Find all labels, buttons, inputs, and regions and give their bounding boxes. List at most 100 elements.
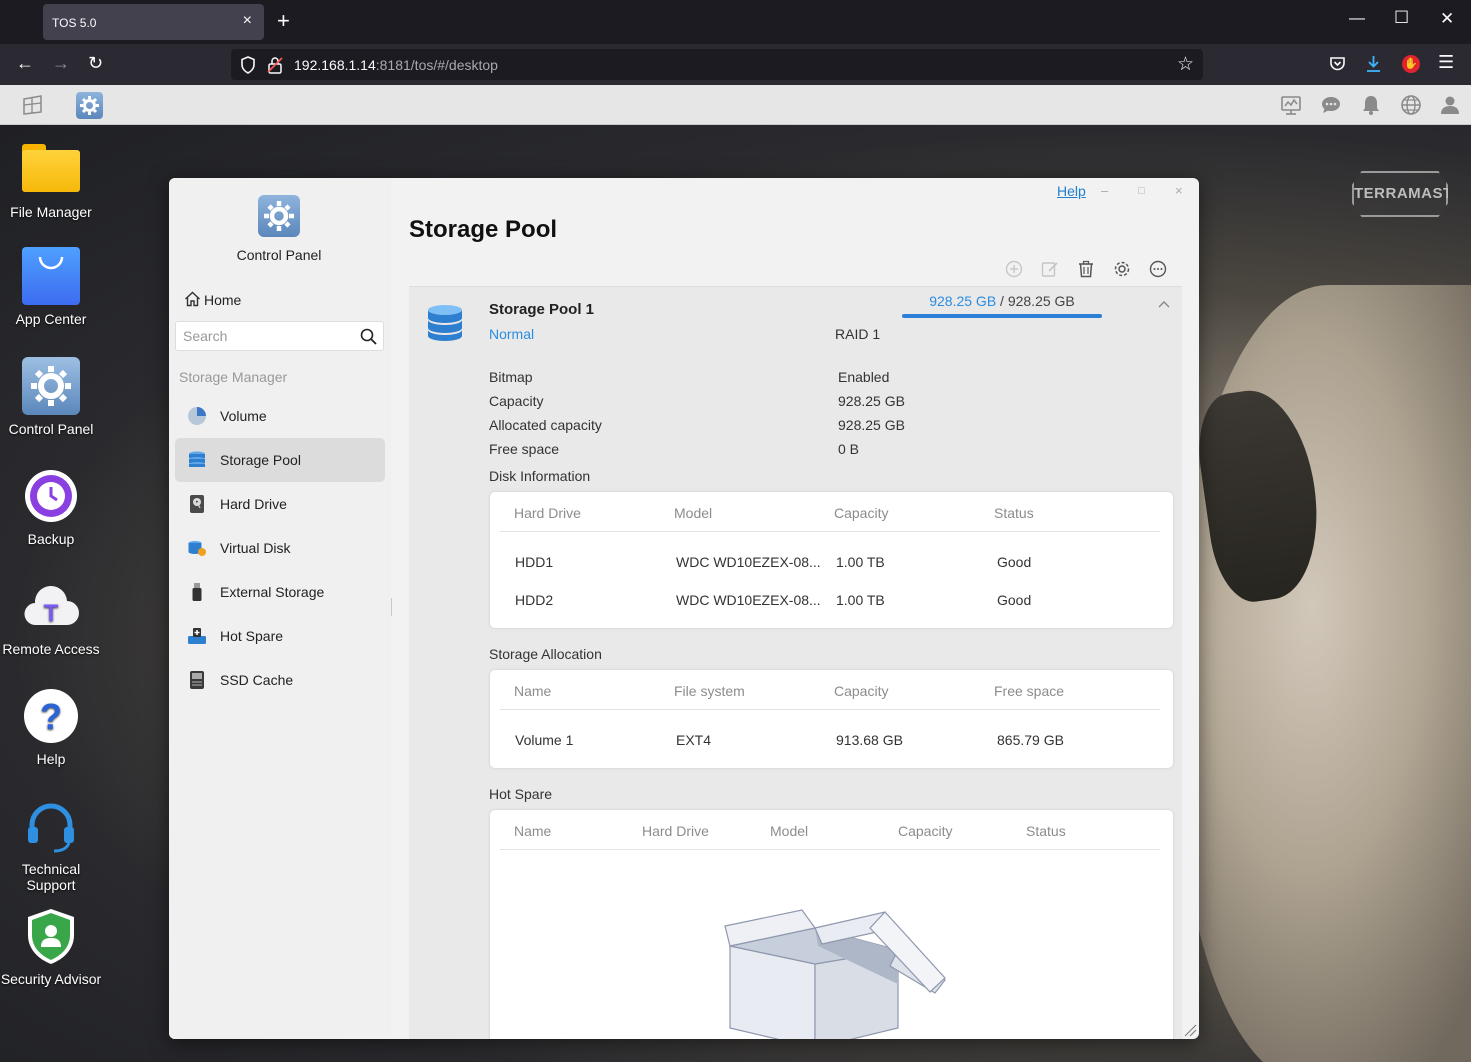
storage-pool-status: Normal — [489, 326, 535, 342]
minimize-window-icon[interactable]: — — [1349, 10, 1365, 28]
sidebar-item-storage-pool[interactable]: Storage Pool — [175, 438, 385, 482]
user-account-icon[interactable] — [1439, 94, 1461, 116]
gear-icon — [264, 201, 294, 231]
table-cell: EXT4 — [676, 732, 712, 748]
notification-bell-icon[interactable] — [1360, 94, 1382, 116]
maximize-window-icon[interactable]: ☐ — [1394, 8, 1409, 28]
desktop-icon-label: Technical Support — [21, 861, 81, 893]
sidebar-item-label: External Storage — [220, 584, 325, 600]
search-input[interactable] — [183, 328, 353, 344]
security-shield-icon — [22, 907, 80, 965]
sidebar-item-external-storage[interactable]: External Storage — [175, 570, 385, 614]
folder-icon — [22, 140, 80, 198]
resource-monitor-icon[interactable] — [1280, 94, 1302, 116]
sidebar-item-virtual-disk[interactable]: Virtual Disk — [175, 526, 385, 570]
prop-label-free-space: Free space — [489, 441, 560, 457]
tos-taskbar — [0, 85, 1471, 125]
sidebar-item-ssd-cache[interactable]: SSD Cache — [175, 658, 385, 702]
download-icon[interactable] — [1365, 55, 1382, 73]
sidebar-item-label: Hard Drive — [220, 496, 287, 512]
table-header: Name — [514, 823, 552, 839]
used-capacity: 928.25 GB — [929, 293, 997, 309]
table-cell: 865.79 GB — [997, 732, 1064, 748]
sidebar-item-label: Storage Pool — [220, 452, 301, 468]
desktop-icon-label: File Manager — [10, 204, 92, 220]
chat-icon[interactable] — [1320, 94, 1342, 116]
sidebar-resize-handle[interactable] — [391, 598, 393, 616]
edit-icon[interactable] — [1041, 260, 1059, 278]
shield-icon[interactable] — [240, 56, 256, 74]
url-path: :8181/tos/#/desktop — [375, 57, 498, 73]
storage-pool-database-icon — [428, 305, 462, 341]
window-close-icon[interactable]: × — [1175, 183, 1183, 198]
settings-gear-icon[interactable] — [1113, 260, 1131, 278]
search-icon[interactable] — [360, 328, 377, 345]
chevron-up-icon[interactable] — [1157, 299, 1171, 309]
empty-box-icon — [724, 909, 946, 1039]
page-title: Storage Pool — [409, 216, 558, 243]
table-divider — [500, 849, 1160, 850]
help-link[interactable]: Help — [1057, 183, 1086, 199]
browser-tab[interactable]: TOS 5.0 × — [43, 4, 264, 40]
desktop-icon-remote-access[interactable]: T Remote Access — [0, 577, 102, 657]
table-cell: HDD1 — [515, 554, 554, 570]
table-header: Model — [770, 823, 809, 839]
home-link[interactable]: Home — [184, 291, 241, 308]
prop-label-bitmap: Bitmap — [489, 369, 533, 385]
hamburger-menu-icon[interactable]: ☰ — [1438, 52, 1454, 73]
table-header: Model — [674, 505, 713, 521]
table-header: Free space — [994, 683, 1065, 699]
sidebar-item-hot-spare[interactable]: Hot Spare — [175, 614, 385, 658]
desktop-icon-label: Remote Access — [2, 641, 100, 657]
table-header: Name — [514, 683, 552, 699]
cloud-icon: T — [22, 577, 80, 635]
window-maximize-icon[interactable]: □ — [1138, 185, 1145, 197]
desktop-icon-security-advisor[interactable]: Security Advisor — [0, 907, 102, 987]
svg-text:?: ? — [40, 696, 62, 737]
section-label: Storage Manager — [179, 369, 288, 385]
total-capacity: 928.25 GB — [1007, 293, 1075, 309]
desktop-icon-help[interactable]: ? Help — [0, 687, 102, 767]
desktop-icon-app-center[interactable]: App Center — [0, 247, 102, 327]
forward-icon[interactable]: → — [52, 53, 70, 74]
tab-close-icon[interactable]: × — [243, 12, 252, 30]
new-tab-button[interactable]: + — [277, 8, 290, 34]
table-header: File system — [674, 683, 745, 699]
adblock-extension-icon[interactable]: ✋ — [1402, 55, 1420, 73]
pocket-icon[interactable] — [1329, 56, 1346, 72]
reload-icon[interactable]: ↻ — [88, 53, 103, 74]
insecure-lock-icon[interactable] — [267, 56, 283, 74]
gear-icon — [80, 96, 99, 115]
desktop-icon-backup[interactable]: Backup — [0, 467, 102, 547]
back-icon[interactable]: ← — [16, 53, 34, 74]
more-options-icon[interactable] — [1149, 260, 1167, 278]
capacity-separator: / — [996, 293, 1008, 309]
language-globe-icon[interactable] — [1400, 94, 1422, 116]
search-box[interactable] — [175, 321, 384, 351]
desktop-icon-control-panel[interactable]: Control Panel — [0, 357, 102, 437]
disk-information-title: Disk Information — [489, 468, 591, 484]
sidebar-item-hard-drive[interactable]: Hard Drive — [175, 482, 385, 526]
storage-pool-card[interactable]: Storage Pool 1 Normal RAID 1 928.25 GB /… — [409, 286, 1182, 1039]
sidebar-item-volume[interactable]: Volume — [175, 394, 385, 438]
sidebar-item-label: Volume — [220, 408, 267, 424]
sidebar-item-label: Virtual Disk — [220, 540, 291, 556]
control-panel-taskbar-icon[interactable] — [76, 92, 103, 119]
table-cell: WDC WD10EZEX-08... — [676, 592, 821, 608]
hard-drive-icon — [190, 495, 204, 513]
url-bar[interactable]: 192.168.1.14:8181/tos/#/desktop ☆ — [231, 49, 1203, 80]
desktop-icon-technical-support[interactable]: Technical Support — [0, 797, 102, 893]
close-window-icon[interactable]: ✕ — [1440, 9, 1454, 29]
home-icon — [185, 291, 200, 307]
window-minimize-icon[interactable]: – — [1101, 183, 1108, 198]
add-icon[interactable] — [1005, 260, 1023, 278]
bookmark-star-icon[interactable]: ☆ — [1177, 53, 1194, 76]
show-desktop-icon[interactable] — [22, 94, 44, 116]
table-header: Hard Drive — [642, 823, 709, 839]
backup-clock-icon — [22, 467, 80, 525]
desktop-icon-file-manager[interactable]: File Manager — [0, 140, 102, 220]
control-panel-window: Control Panel Home Storage Manager Volum… — [169, 178, 1199, 1039]
window-resize-grip-icon[interactable] — [1183, 1023, 1197, 1037]
delete-trash-icon[interactable] — [1077, 260, 1095, 278]
url-text[interactable]: 192.168.1.14:8181/tos/#/desktop — [294, 57, 498, 73]
